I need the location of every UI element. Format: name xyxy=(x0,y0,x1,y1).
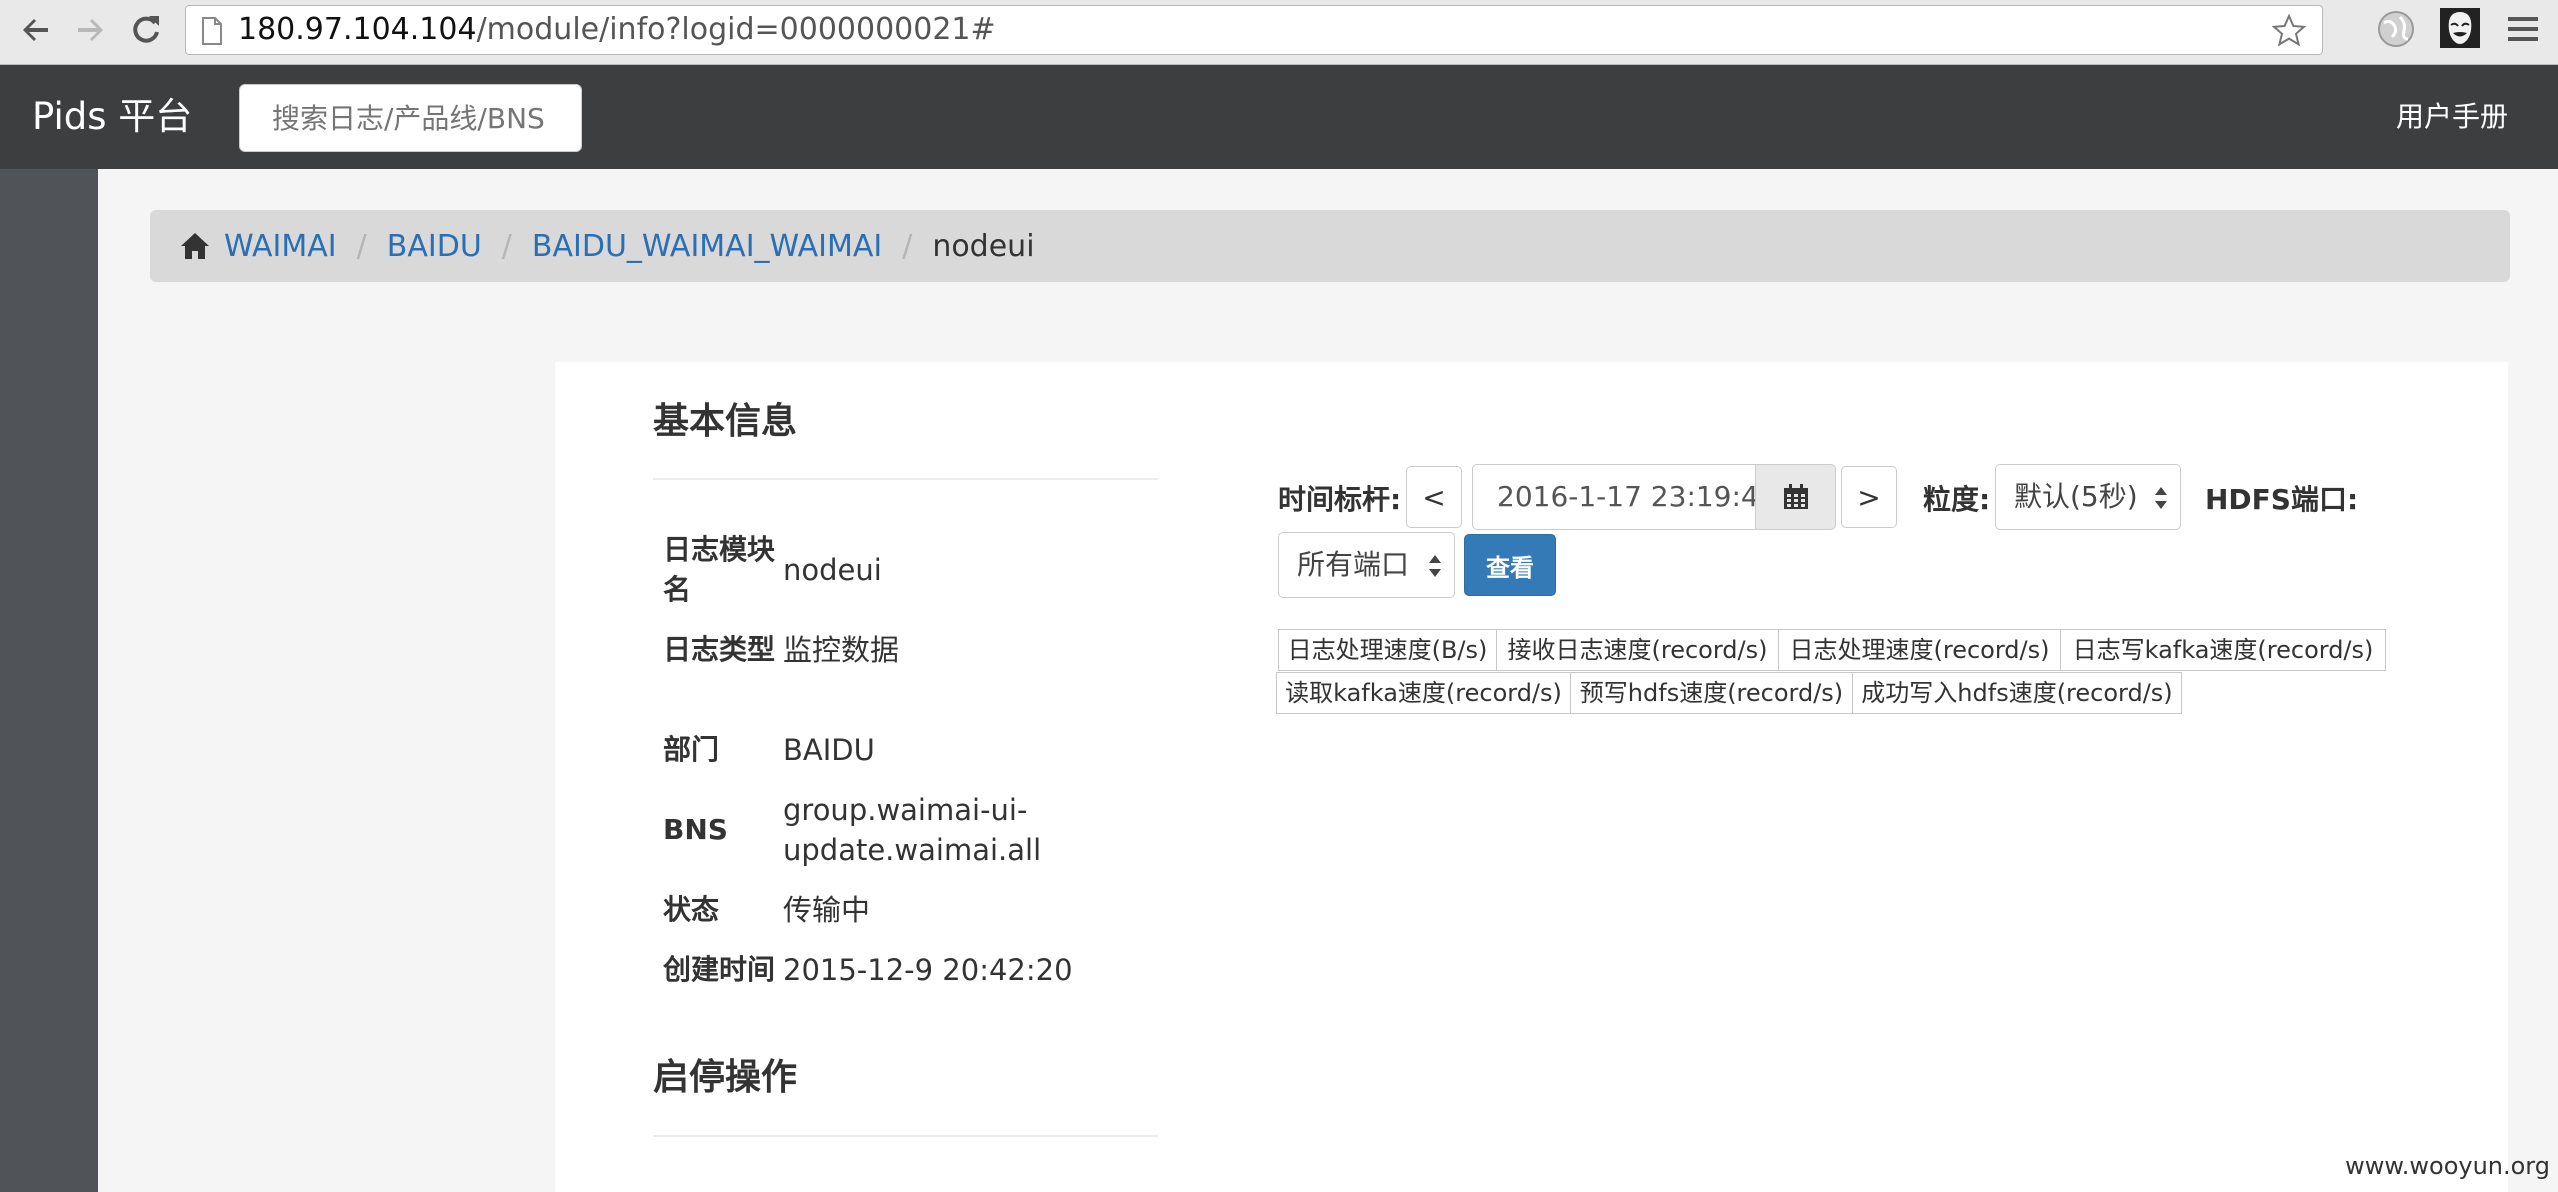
info-label: 部门 xyxy=(663,733,720,766)
metric-tab[interactable]: 日志处理速度(record/s) xyxy=(1778,629,2061,671)
port-value: 所有端口 xyxy=(1297,548,1410,581)
granularity-label: 粒度: xyxy=(1923,483,1991,516)
metric-tab[interactable]: 读取kafka速度(record/s) xyxy=(1276,672,1571,714)
basic-info-heading: 基本信息 xyxy=(653,401,798,442)
breadcrumb-link-baidu-waimai-waimai[interactable]: BAIDU_WAIMAI_WAIMAI xyxy=(532,229,882,264)
info-value: BAIDU xyxy=(783,733,875,767)
hdfs-port-label: HDFS端口: xyxy=(2205,483,2359,516)
breadcrumb-separator: / xyxy=(356,228,367,264)
metric-tab[interactable]: 日志处理速度(B/s) xyxy=(1278,629,1497,671)
reload-button[interactable] xyxy=(124,8,168,52)
info-row-status: 状态 传输中 xyxy=(663,890,1163,930)
info-label: 创建时间 xyxy=(663,953,776,986)
granularity-value: 默认(5秒) xyxy=(2014,480,2138,513)
calendar-button[interactable] xyxy=(1755,464,1836,530)
next-time-button[interactable]: > xyxy=(1841,466,1897,528)
main-panel: 基本信息 日志模块名 nodeui 日志类型 监控数据 部门 BAIDU BNS… xyxy=(555,362,2508,1192)
info-label: 状态 xyxy=(663,893,720,926)
metric-tab[interactable]: 成功写入hdfs速度(record/s) xyxy=(1852,672,2182,714)
forward-arrow-icon xyxy=(78,19,103,41)
address-bar[interactable]: 180.97.104.104/module/info?logid=0000000… xyxy=(185,5,2323,55)
metric-tab[interactable]: 日志写kafka速度(record/s) xyxy=(2060,629,2386,671)
browser-toolbar: 180.97.104.104/module/info?logid=0000000… xyxy=(0,0,2558,65)
select-arrows-icon xyxy=(2155,487,2167,509)
user-manual-link[interactable]: 用户手册 xyxy=(2396,65,2508,169)
info-value: 2015-12-9 20:42:20 xyxy=(783,953,1073,987)
info-value: 监控数据 xyxy=(783,633,900,667)
metric-tab[interactable]: 接收日志速度(record/s) xyxy=(1496,629,1779,671)
info-label: 日志类型 xyxy=(663,633,776,666)
breadcrumb-current: nodeui xyxy=(932,228,1035,264)
view-button[interactable]: 查看 xyxy=(1464,534,1556,596)
app-navbar: Pids 平台 用户手册 xyxy=(0,65,2558,169)
prev-time-button[interactable]: < xyxy=(1406,466,1462,528)
info-value: nodeui xyxy=(783,553,882,587)
bookmark-star-icon[interactable] xyxy=(2272,14,2306,48)
info-row-created-time: 创建时间 2015-12-9 20:42:20 xyxy=(663,950,1163,990)
browser-menu-icon[interactable] xyxy=(2506,13,2540,45)
back-arrow-icon xyxy=(23,19,48,41)
divider xyxy=(653,1135,1158,1137)
forward-button[interactable] xyxy=(68,8,112,52)
breadcrumb-separator: / xyxy=(501,228,512,264)
left-sidebar xyxy=(0,169,98,1192)
info-row-log-type: 日志类型 监控数据 xyxy=(663,630,1163,670)
back-button[interactable] xyxy=(14,8,58,52)
url-path: /module/info?logid=0000000021# xyxy=(476,12,996,47)
metric-tab[interactable]: 预写hdfs速度(record/s) xyxy=(1570,672,1853,714)
info-label: 日志模块名 xyxy=(663,533,776,606)
info-label: BNS xyxy=(663,813,728,846)
granularity-select[interactable]: 默认(5秒) xyxy=(1995,464,2181,530)
info-row-bns: BNS group.waimai-ui-update.waimai.all xyxy=(663,790,1163,870)
port-select[interactable]: 所有端口 xyxy=(1278,532,1455,598)
url-text: 180.97.104.104/module/info?logid=0000000… xyxy=(238,6,996,54)
info-row-module-name: 日志模块名 nodeui xyxy=(663,530,1163,610)
search-input[interactable] xyxy=(239,84,582,152)
ops-heading: 启停操作 xyxy=(653,1057,798,1098)
breadcrumb-link-waimai[interactable]: WAIMAI xyxy=(224,229,337,264)
info-value: 传输中 xyxy=(783,893,871,927)
info-value: group.waimai-ui-update.waimai.all xyxy=(783,793,1042,867)
globe-extension-icon[interactable] xyxy=(2376,9,2416,49)
info-row-department: 部门 BAIDU xyxy=(663,730,1163,770)
reload-icon xyxy=(133,16,159,43)
home-icon[interactable] xyxy=(180,231,210,261)
breadcrumb-link-baidu[interactable]: BAIDU xyxy=(387,229,482,264)
divider xyxy=(653,478,1158,480)
date-time-input[interactable]: 2016-1-17 23:19:47 xyxy=(1472,464,1756,530)
page-icon xyxy=(202,17,222,45)
calendar-icon xyxy=(1783,484,1808,509)
brand-title[interactable]: Pids 平台 xyxy=(32,65,192,169)
url-host: 180.97.104.104 xyxy=(238,12,477,47)
time-label: 时间标杆: xyxy=(1278,483,1402,516)
breadcrumb: WAIMAI / BAIDU / BAIDU_WAIMAI_WAIMAI / n… xyxy=(150,210,2510,282)
watermark-text: www.wooyun.org xyxy=(2345,1152,2550,1180)
select-arrows-icon xyxy=(1429,555,1441,577)
profile-avatar-icon[interactable] xyxy=(2440,8,2480,48)
breadcrumb-separator: / xyxy=(902,228,913,264)
